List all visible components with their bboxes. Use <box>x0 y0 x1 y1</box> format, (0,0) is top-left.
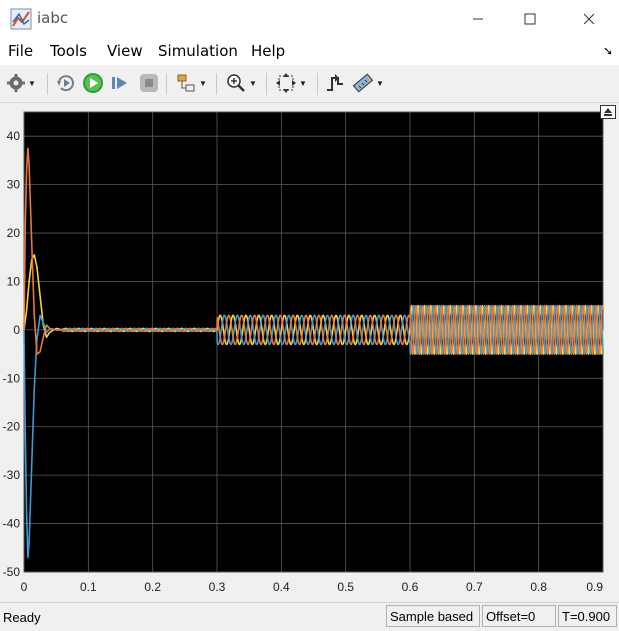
time-indicator: T=0.900 <box>558 605 617 627</box>
toolbar-separator <box>166 73 167 95</box>
x-tick-label: 0.7 <box>466 580 483 594</box>
measurements-icon <box>352 73 374 93</box>
settings-gear-icon <box>7 74 25 92</box>
chevron-down-icon: ▼ <box>299 78 307 88</box>
status-bar: Ready Sample based Offset=0 T=0.900 <box>0 602 619 631</box>
title-bar: iabc <box>0 0 619 38</box>
window-title: iabc <box>37 9 69 27</box>
y-tick-label: -10 <box>3 371 21 385</box>
menu-bar: File Tools View Simulation Help ➘ <box>0 38 619 65</box>
chevron-down-icon: ▼ <box>376 78 384 88</box>
plot-canvas[interactable]: 40 30 20 10 0 -10 -20 -30 -40 -50 0 0.1 0.2 0.3 0.4 0.… <box>0 103 619 601</box>
x-tick-label: 0.4 <box>273 580 290 594</box>
stop-icon <box>140 74 158 92</box>
toolbar-separator <box>266 73 267 95</box>
y-tick-label: -30 <box>3 468 21 482</box>
triggers-button[interactable] <box>324 72 346 94</box>
menu-file[interactable]: File <box>8 42 33 60</box>
toolbar-separator <box>216 73 217 95</box>
minimize-icon <box>473 18 483 20</box>
matlab-scope-icon <box>10 8 32 30</box>
x-tick-label: 0.9 <box>586 580 603 594</box>
chevron-down-icon: ▼ <box>249 78 257 88</box>
step-back-icon <box>57 75 74 92</box>
triggers-icon <box>327 74 343 91</box>
x-tick-label: 0.1 <box>80 580 97 594</box>
offset-indicator: Offset=0 <box>482 605 556 627</box>
settings-button[interactable]: ▼ <box>6 72 36 94</box>
run-button[interactable] <box>82 72 104 94</box>
y-tick-label: 20 <box>7 226 21 240</box>
toolbar: ▼ ▼ ▼ ▼ ▼ <box>0 65 619 103</box>
x-tick-label: 0.6 <box>402 580 419 594</box>
toolbar-separator <box>317 73 318 95</box>
minimize-button[interactable] <box>455 0 501 38</box>
step-forward-icon <box>112 77 127 89</box>
highlight-block-button[interactable]: ▼ <box>175 72 207 94</box>
y-tick-label: -50 <box>3 565 21 579</box>
stop-button[interactable] <box>138 72 160 94</box>
y-tick-label: -20 <box>3 420 21 434</box>
chevron-down-icon: ▼ <box>199 78 207 88</box>
x-tick-labels: 0 0.1 0.2 0.3 0.4 0.5 0.6 0.7 0.8 0.9 <box>21 580 604 594</box>
maximize-icon <box>524 13 536 25</box>
y-tick-label: 0 <box>13 323 20 337</box>
menu-help[interactable]: Help <box>251 42 285 60</box>
dock-arrow-icon[interactable]: ➘ <box>603 44 613 58</box>
x-tick-label: 0 <box>21 580 28 594</box>
menu-tools[interactable]: Tools <box>50 42 87 60</box>
y-tick-label: 10 <box>7 274 21 288</box>
highlight-block-icon <box>177 74 195 92</box>
x-tick-label: 0.3 <box>209 580 226 594</box>
x-tick-label: 0.8 <box>530 580 547 594</box>
measurements-button[interactable]: ▼ <box>352 72 384 94</box>
step-back-button[interactable] <box>55 72 77 94</box>
undock-button[interactable] <box>600 105 616 119</box>
undock-icon <box>604 108 612 116</box>
x-tick-label: 0.5 <box>337 580 354 594</box>
chevron-down-icon: ▼ <box>28 78 36 88</box>
close-button[interactable] <box>566 0 612 38</box>
x-tick-label: 0.2 <box>144 580 161 594</box>
menu-view[interactable]: View <box>107 42 143 60</box>
sample-mode-indicator: Sample based <box>386 605 480 627</box>
y-tick-label: 40 <box>7 129 21 143</box>
step-forward-button[interactable] <box>110 72 130 94</box>
y-tick-label: -40 <box>3 517 21 531</box>
y-tick-labels: 40 30 20 10 0 -10 -20 -30 -40 -50 <box>3 129 21 579</box>
maximize-button[interactable] <box>507 0 553 38</box>
close-icon <box>583 13 595 25</box>
status-text: Ready <box>3 610 41 625</box>
autoscale-button[interactable]: ▼ <box>275 72 307 94</box>
zoom-in-icon <box>227 74 245 92</box>
autoscale-icon <box>276 73 296 93</box>
toolbar-separator <box>47 73 48 95</box>
scope-display[interactable]: 40 30 20 10 0 -10 -20 -30 -40 -50 0 0.1 0.2 0.3 0.4 0.… <box>0 103 619 601</box>
y-tick-label: 30 <box>7 178 21 192</box>
zoom-in-button[interactable]: ▼ <box>225 72 257 94</box>
menu-simulation[interactable]: Simulation <box>158 42 238 60</box>
run-icon <box>83 73 103 93</box>
